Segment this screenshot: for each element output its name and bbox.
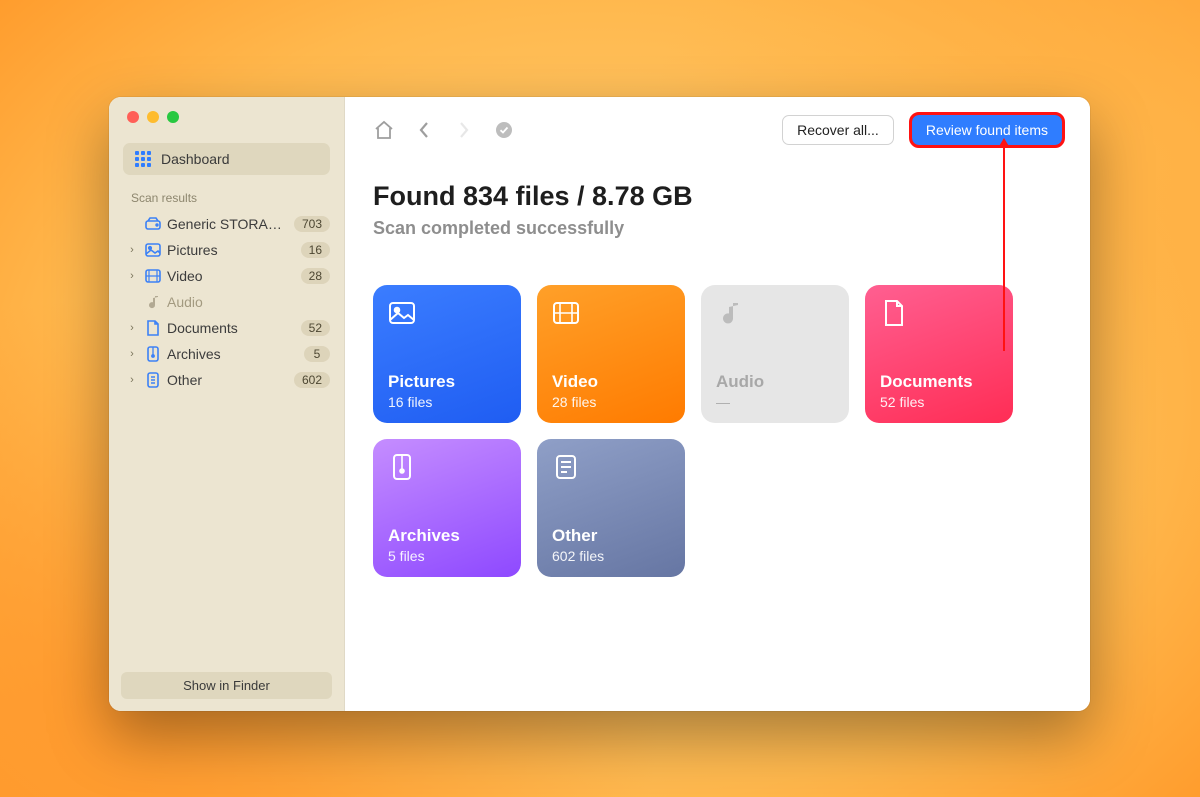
- other-icon: [552, 453, 670, 495]
- card-sub: —: [716, 394, 834, 410]
- chevron-right-icon: ›: [125, 322, 139, 334]
- dashboard-nav-item[interactable]: Dashboard: [123, 143, 330, 175]
- back-icon[interactable]: [413, 119, 435, 141]
- app-window: Dashboard Scan results Generic STORAG...…: [109, 97, 1090, 711]
- sidebar-item-drive[interactable]: Generic STORAG... 703: [117, 211, 336, 237]
- sidebar-item-video[interactable]: › Video 28: [117, 263, 336, 289]
- card-title: Audio: [716, 372, 834, 392]
- sidebar-item-label: Video: [167, 268, 297, 284]
- sidebar: Dashboard Scan results Generic STORAG...…: [109, 97, 345, 711]
- grid-icon: [135, 151, 151, 167]
- sidebar-item-count: 28: [301, 268, 330, 284]
- annotation-arrow: [1003, 147, 1005, 351]
- sidebar-item-archives[interactable]: › Archives 5: [117, 341, 336, 367]
- fullscreen-window-button[interactable]: [167, 111, 179, 123]
- forward-icon[interactable]: [453, 119, 475, 141]
- drive-icon: [143, 217, 163, 231]
- sidebar-item-count: 703: [294, 216, 330, 232]
- recover-all-button[interactable]: Recover all...: [782, 115, 894, 145]
- other-icon: [143, 372, 163, 388]
- video-icon: [552, 299, 670, 341]
- card-title: Documents: [880, 372, 998, 392]
- close-window-button[interactable]: [127, 111, 139, 123]
- sidebar-item-count: 5: [304, 346, 330, 362]
- chevron-right-icon: ›: [125, 374, 139, 386]
- category-cards: Pictures 16 files Video 28 files Audio —: [373, 285, 1062, 577]
- summary-subhead: Scan completed successfully: [373, 218, 1062, 239]
- sidebar-item-count: 602: [294, 372, 330, 388]
- card-title: Video: [552, 372, 670, 392]
- audio-icon: [143, 294, 163, 310]
- card-audio[interactable]: Audio —: [701, 285, 849, 423]
- sidebar-item-count: 16: [301, 242, 330, 258]
- review-found-items-button[interactable]: Review found items: [912, 115, 1062, 145]
- card-title: Archives: [388, 526, 506, 546]
- card-sub: 602 files: [552, 548, 670, 564]
- sidebar-item-audio[interactable]: Audio: [117, 289, 336, 315]
- card-sub: 5 files: [388, 548, 506, 564]
- scan-summary: Found 834 files / 8.78 GB Scan completed…: [373, 181, 1062, 239]
- summary-headline: Found 834 files / 8.78 GB: [373, 181, 1062, 212]
- card-sub: 52 files: [880, 394, 998, 410]
- home-icon[interactable]: [373, 119, 395, 141]
- sidebar-footer: Show in Finder: [109, 660, 344, 711]
- sidebar-item-label: Generic STORAG...: [167, 216, 290, 232]
- sidebar-tree: Generic STORAG... 703 › Pictures 16 › Vi…: [109, 211, 344, 393]
- show-in-finder-button[interactable]: Show in Finder: [121, 672, 332, 699]
- chevron-right-icon: ›: [125, 244, 139, 256]
- sidebar-item-label: Archives: [167, 346, 300, 362]
- sidebar-item-label: Audio: [167, 294, 330, 310]
- toolbar: Recover all... Review found items: [373, 115, 1062, 145]
- card-video[interactable]: Video 28 files: [537, 285, 685, 423]
- pictures-icon: [143, 243, 163, 257]
- sidebar-section-label: Scan results: [109, 189, 344, 211]
- window-controls: [109, 97, 344, 137]
- check-circle-icon[interactable]: [493, 119, 515, 141]
- sidebar-item-label: Pictures: [167, 242, 297, 258]
- card-sub: 16 files: [388, 394, 506, 410]
- document-icon: [880, 299, 998, 341]
- archive-icon: [388, 453, 506, 495]
- sidebar-item-documents[interactable]: › Documents 52: [117, 315, 336, 341]
- sidebar-item-pictures[interactable]: › Pictures 16: [117, 237, 336, 263]
- card-title: Pictures: [388, 372, 506, 392]
- sidebar-item-label: Other: [167, 372, 290, 388]
- document-icon: [143, 320, 163, 336]
- card-pictures[interactable]: Pictures 16 files: [373, 285, 521, 423]
- card-title: Other: [552, 526, 670, 546]
- archive-icon: [143, 346, 163, 362]
- card-documents[interactable]: Documents 52 files: [865, 285, 1013, 423]
- dashboard-label: Dashboard: [161, 151, 230, 167]
- sidebar-item-other[interactable]: › Other 602: [117, 367, 336, 393]
- sidebar-item-count: 52: [301, 320, 330, 336]
- audio-icon: [716, 299, 834, 341]
- chevron-right-icon: ›: [125, 348, 139, 360]
- main-content: Recover all... Review found items Found …: [345, 97, 1090, 711]
- card-other[interactable]: Other 602 files: [537, 439, 685, 577]
- sidebar-item-label: Documents: [167, 320, 297, 336]
- chevron-right-icon: ›: [125, 270, 139, 282]
- card-sub: 28 files: [552, 394, 670, 410]
- card-archives[interactable]: Archives 5 files: [373, 439, 521, 577]
- minimize-window-button[interactable]: [147, 111, 159, 123]
- pictures-icon: [388, 299, 506, 341]
- video-icon: [143, 269, 163, 283]
